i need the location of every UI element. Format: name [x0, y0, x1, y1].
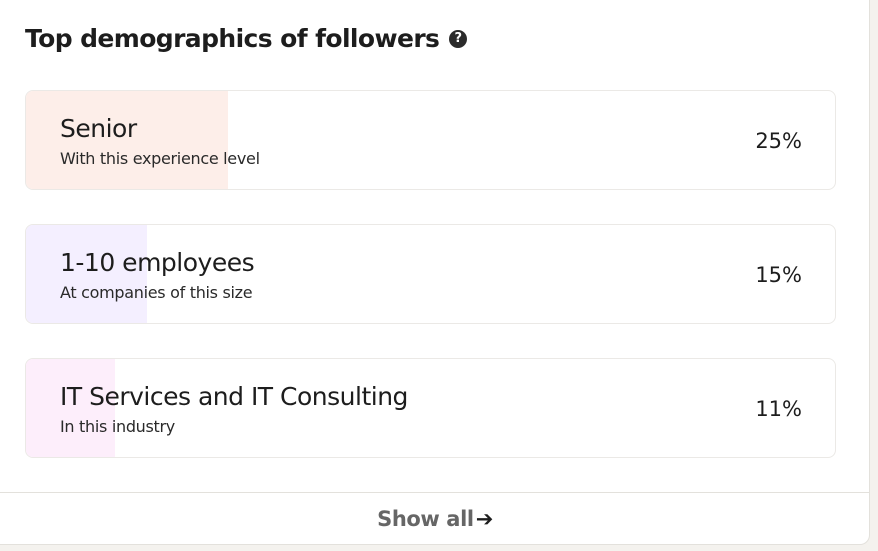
demographic-percent: 11%	[755, 397, 802, 421]
demographic-row-senior: Senior With this experience level 25%	[25, 90, 836, 190]
demographic-subtitle: At companies of this size	[60, 283, 253, 302]
demographics-card: Top demographics of followers ? Senior W…	[0, 0, 870, 545]
demographic-subtitle: With this experience level	[60, 149, 260, 168]
demographic-label: IT Services and IT Consulting	[60, 382, 408, 411]
demographic-row-company-size: 1-10 employees At companies of this size…	[25, 224, 836, 324]
question-circle-icon[interactable]: ?	[449, 29, 468, 48]
card-title: Top demographics of followers	[25, 24, 440, 53]
demographic-label: Senior	[60, 114, 137, 143]
demographic-row-industry: IT Services and IT Consulting In this in…	[25, 358, 836, 458]
demographic-label: 1-10 employees	[60, 248, 255, 277]
demographic-subtitle: In this industry	[60, 417, 175, 436]
demographic-percent: 25%	[755, 129, 802, 153]
card-header: Top demographics of followers ?	[25, 24, 468, 53]
arrow-right-icon: ➔	[475, 507, 494, 531]
show-all-button[interactable]: Show all ➔	[0, 492, 870, 545]
show-all-label: Show all	[377, 507, 474, 531]
demographic-percent: 15%	[755, 263, 802, 287]
